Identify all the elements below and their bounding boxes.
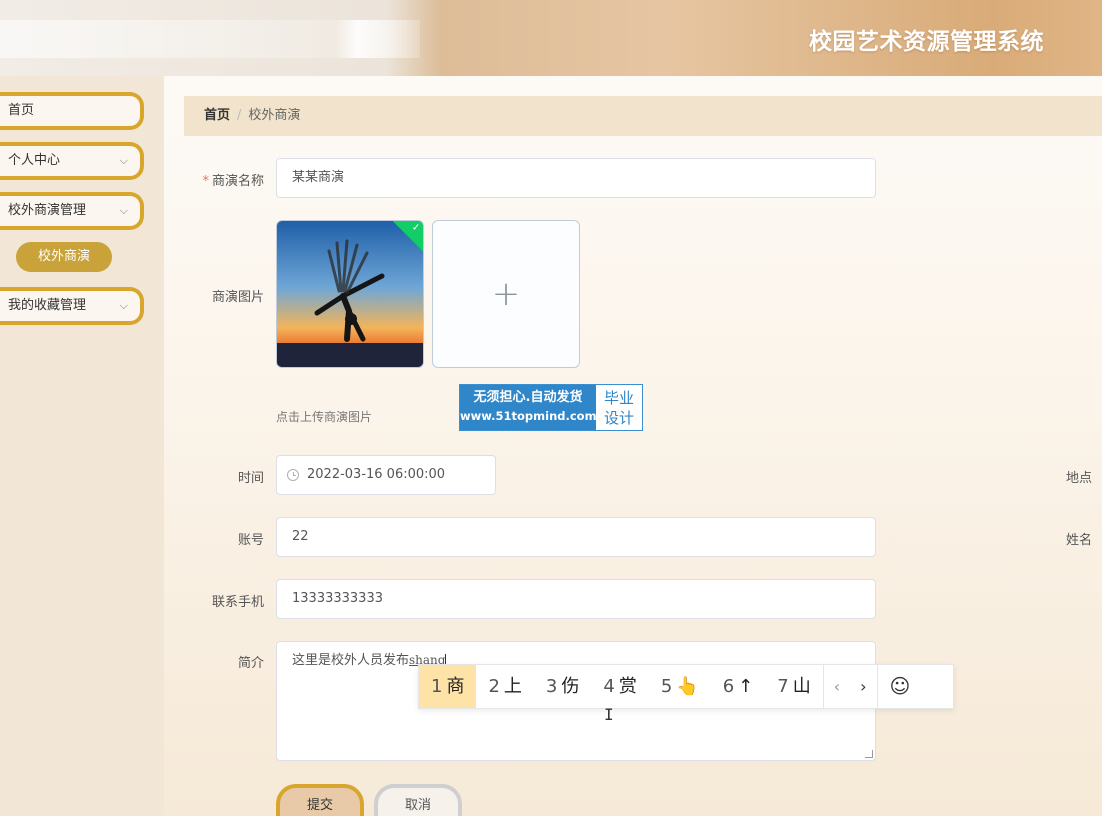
ime-candidate-4[interactable]: 4赏 (591, 665, 648, 708)
ime-candidate-6[interactable]: 6 ↑ (711, 665, 766, 708)
clock-icon (287, 469, 299, 481)
time-label: 时间 (237, 471, 264, 486)
sidebar-item-label: 校外商演管理 (8, 203, 87, 218)
text-cursor-icon: I (604, 705, 614, 724)
intro-label: 简介 (237, 656, 264, 671)
ime-candidate-1[interactable]: 1商 (419, 665, 477, 708)
chevron-down-icon: ⌵ (119, 204, 128, 217)
name-input[interactable]: 某某商演 (276, 158, 876, 198)
sidebar-subitem-performance[interactable]: 校外商演 (16, 242, 112, 272)
watermark-text-right-2: 设计 (603, 409, 634, 427)
sidebar-item-label: 个人中心 (8, 153, 61, 168)
sidebar: 首页 个人中心 ⌵ 校外商演管理 ⌵ 校外商演 我的收藏管理 ⌵ (0, 76, 164, 816)
sidebar-item-profile[interactable]: 个人中心 ⌵ (0, 142, 144, 180)
location-label: 地点 (1065, 471, 1092, 486)
image-label: 商演图片 (211, 290, 264, 305)
breadcrumb: 首页 / 校外商演 (184, 96, 1102, 136)
breadcrumb-current: 校外商演 (248, 108, 301, 123)
phone-input[interactable]: 13333333333 (276, 579, 876, 619)
watermark-text-top: 无须担心.自动发货 (473, 390, 583, 405)
performance-photo (277, 221, 423, 367)
ime-candidate-2[interactable]: 2上 (476, 665, 533, 708)
ime-candidate-7[interactable]: 7山 (765, 665, 822, 708)
sidebar-item-favorites-management[interactable]: 我的收藏管理 ⌵ (0, 287, 144, 325)
watermark-left: 无须担心.自动发货 www.51topmind.com (460, 385, 597, 430)
chevron-down-icon: ⌵ (119, 154, 128, 167)
cancel-button[interactable]: 取消 (374, 784, 462, 816)
chevron-down-icon: ⌵ (119, 299, 128, 312)
ime-prev-page-icon[interactable]: ‹ (824, 665, 850, 708)
ime-candidate-bar: 1商 2上 3伤 4赏 5 👆 6 ↑ 7山 ‹ › ☺ (418, 664, 954, 709)
sidebar-item-home[interactable]: 首页 (0, 92, 144, 130)
name-label: * 商演名称 (202, 174, 264, 189)
watermark-text-right-1: 毕业 (603, 389, 634, 407)
resize-grip-icon[interactable] (865, 750, 873, 758)
check-icon: ✓ (411, 222, 421, 234)
intro-text: 这里是校外人员发布 (292, 653, 410, 668)
app-header: 校园艺术资源管理系统 (0, 0, 1102, 76)
app-title: 校园艺术资源管理系统 (809, 29, 1044, 55)
watermark-badge: 无须担心.自动发货 www.51topmind.com 毕业 设计 (459, 384, 643, 431)
ime-candidate-5[interactable]: 5 👆 (649, 665, 711, 708)
breadcrumb-home[interactable]: 首页 (204, 108, 230, 123)
ime-next-page-icon[interactable]: › (850, 665, 876, 708)
time-picker[interactable]: 2022-03-16 06:00:00 (276, 455, 496, 495)
account-input[interactable]: 22 (276, 517, 876, 557)
sidebar-item-label: 我的收藏管理 (8, 298, 87, 313)
breadcrumb-separator: / (237, 108, 242, 123)
emoji-icon[interactable]: ☺ (876, 665, 923, 708)
ime-candidate-3[interactable]: 3伤 (534, 665, 591, 708)
plus-icon: + (491, 274, 521, 314)
watermark-right: 毕业 设计 (596, 385, 642, 430)
submit-button[interactable]: 提交 (276, 784, 364, 816)
realname-label: 姓名 (1065, 533, 1092, 548)
sidebar-item-label: 首页 (8, 103, 35, 118)
uploaded-image-thumbnail[interactable]: ✓ (276, 220, 424, 368)
upload-add-button[interactable]: + (432, 220, 580, 368)
required-mark: * (202, 174, 209, 189)
watermark-url: www.51topmind.com (460, 409, 597, 423)
sidebar-item-performance-management[interactable]: 校外商演管理 ⌵ (0, 192, 144, 230)
phone-label: 联系手机 (211, 595, 264, 610)
time-value: 2022-03-16 06:00:00 (307, 467, 446, 482)
upload-tip: 点击上传商演图片 (276, 410, 373, 424)
account-label: 账号 (237, 533, 264, 548)
